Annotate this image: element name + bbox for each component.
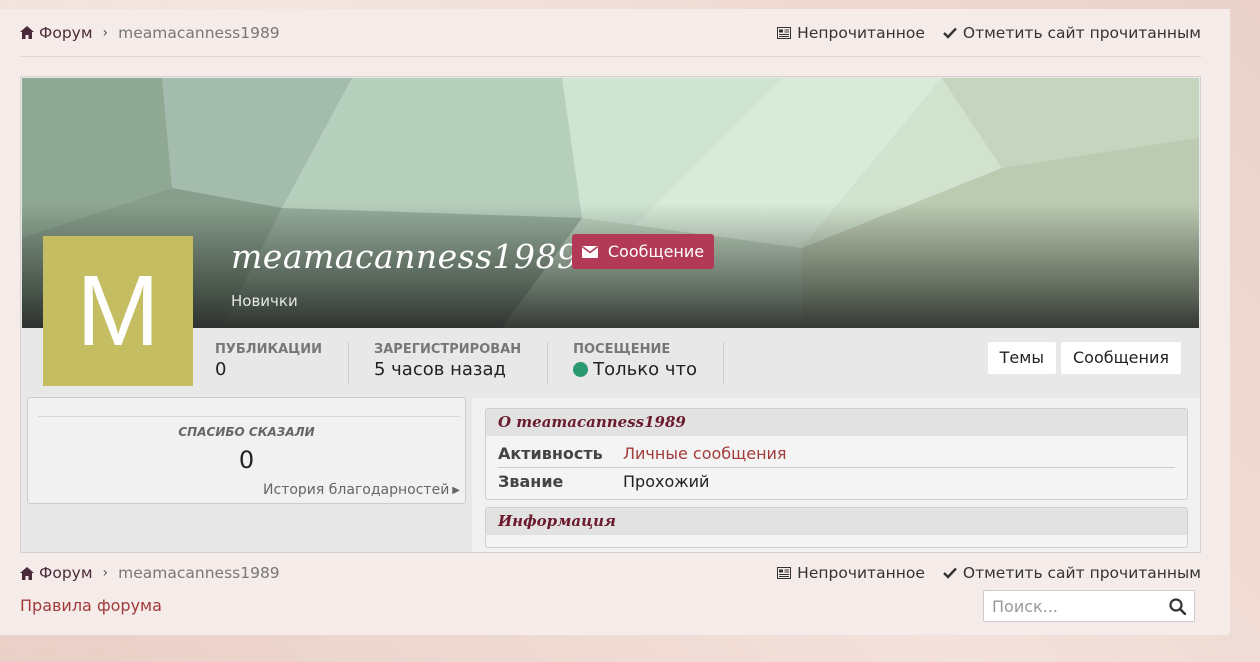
profile-header: M meamacanness1989 Новички Сообщение Пуб…	[20, 76, 1201, 553]
breadcrumb-top: Форум › meamacanness1989 Непрочитанное О…	[20, 9, 1201, 57]
tab-topics[interactable]: Темы	[987, 342, 1056, 374]
stat-posts: Публикации 0	[215, 342, 349, 384]
unread-link[interactable]: Непрочитанное	[777, 564, 925, 582]
about-block: О meamacanness1989 Активность Личные соо…	[485, 408, 1188, 500]
check-icon	[943, 567, 957, 579]
profile-stats: Публикации 0 Зарегистрирован 5 часов наз…	[215, 342, 749, 384]
thanks-count: 0	[238, 446, 255, 474]
breadcrumb-current[interactable]: meamacanness1989	[118, 24, 280, 42]
breadcrumb-home-link[interactable]: Форум	[20, 564, 93, 582]
thanks-label: СПАСИБО СКАЗАЛИ	[178, 425, 315, 439]
about-title: О meamacanness1989	[486, 409, 1187, 436]
search-input[interactable]	[992, 596, 1152, 616]
search-icon[interactable]	[1169, 597, 1186, 615]
stat-last-visit: Посещение Только что	[573, 342, 724, 384]
caret-right-icon: ▶	[452, 484, 460, 496]
info-block: Информация	[485, 507, 1188, 548]
forum-rules-link[interactable]: Правила форума	[20, 596, 162, 615]
newspaper-icon	[777, 567, 792, 579]
profile-usergroup: Новички	[231, 292, 298, 310]
newspaper-icon	[777, 26, 792, 39]
mark-read-link[interactable]: Отметить сайт прочитанным	[943, 24, 1201, 42]
about-row-activity: Активность Личные сообщения	[498, 444, 787, 463]
tab-posts[interactable]: Сообщения	[1060, 342, 1181, 374]
home-icon	[20, 566, 34, 580]
breadcrumb-home-link[interactable]: Форум	[20, 24, 93, 42]
online-status-icon	[573, 362, 589, 377]
mark-read-link[interactable]: Отметить сайт прочитанным	[943, 564, 1201, 582]
check-icon	[943, 27, 957, 39]
breadcrumb-current[interactable]: meamacanness1989	[118, 564, 280, 582]
search-box	[983, 590, 1195, 622]
main-card: Форум › meamacanness1989 Непрочитанное О…	[0, 9, 1230, 635]
message-button[interactable]: Сообщение	[572, 234, 714, 269]
home-icon	[20, 26, 34, 39]
cover-image	[22, 78, 1199, 328]
stat-registered: Зарегистрирован 5 часов назад	[374, 342, 549, 384]
unread-link[interactable]: Непрочитанное	[777, 24, 925, 42]
avatar[interactable]: M	[43, 236, 193, 386]
profile-username: meamacanness1989	[231, 237, 579, 276]
profile-content: О meamacanness1989 Активность Личные соо…	[472, 398, 1200, 552]
private-messages-link[interactable]: Личные сообщения	[623, 444, 787, 463]
info-title: Информация	[486, 508, 1187, 535]
chevron-right-icon: ›	[102, 565, 109, 581]
about-row-rank: Звание Прохожий	[498, 472, 710, 491]
profile-tabs: Темы Сообщения	[987, 342, 1181, 374]
thanks-history-link[interactable]: История благодарностей ▶	[263, 482, 460, 498]
envelope-icon	[581, 245, 598, 258]
thanks-widget: СПАСИБО СКАЗАЛИ 0 История благодарностей…	[27, 397, 466, 504]
chevron-right-icon: ›	[102, 24, 109, 41]
